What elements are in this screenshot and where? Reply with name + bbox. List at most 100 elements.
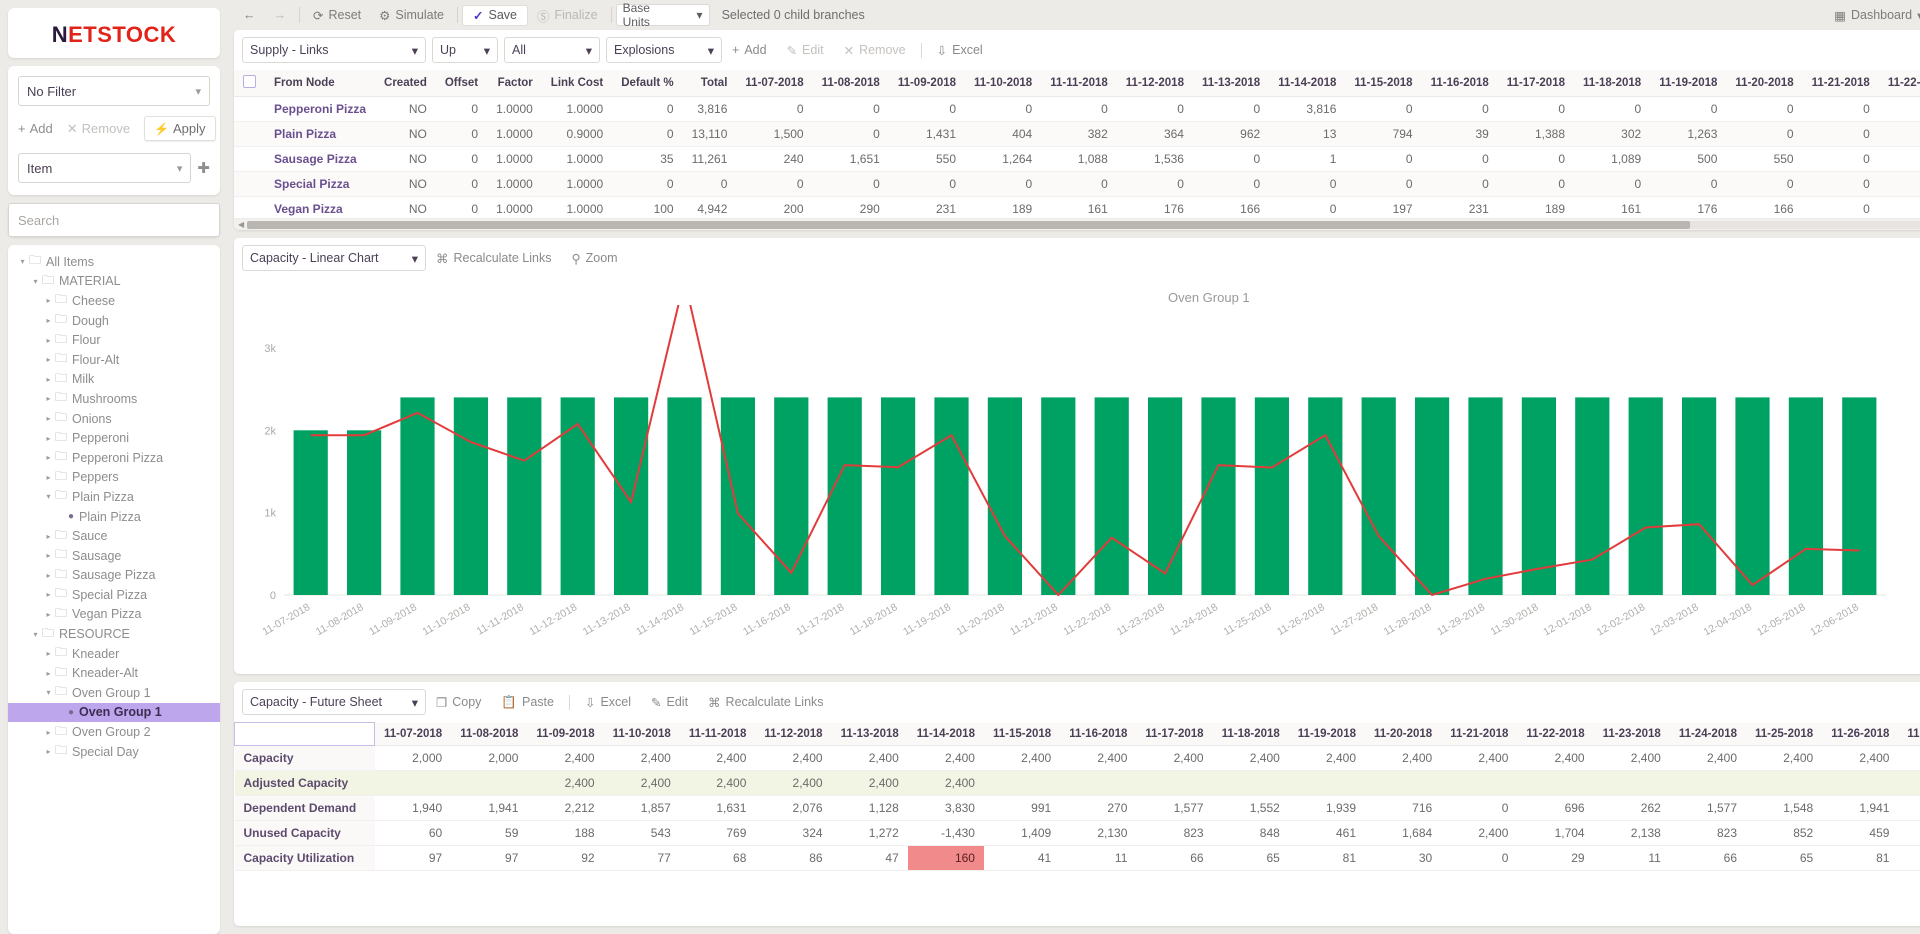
chevron-right-icon[interactable]: ▸ xyxy=(42,747,55,756)
tree-node[interactable]: ● Plain Pizza xyxy=(8,507,220,527)
forward-button[interactable]: → xyxy=(265,4,296,26)
column-header[interactable]: 11-22-2018 xyxy=(1517,722,1594,746)
sheet-edit-button[interactable]: ✎ Edit xyxy=(641,689,698,715)
column-header[interactable]: 11-08-2018 xyxy=(451,722,528,746)
column-header[interactable]: 11-20-2018 xyxy=(1365,722,1442,746)
sheet-excel-button[interactable]: ⇩ Excel xyxy=(575,689,641,715)
tree-node[interactable]: ▸ 🗀 Flour-Alt xyxy=(8,350,220,370)
chevron-right-icon[interactable]: ▸ xyxy=(42,610,55,619)
chevron-right-icon[interactable]: ▸ xyxy=(42,375,55,384)
column-header[interactable]: 11-22-2018 xyxy=(1878,70,1920,97)
tree-node[interactable]: ▸ 🗀 Oven Group 2 xyxy=(8,722,220,742)
links-add-button[interactable]: + Add xyxy=(722,37,777,63)
chevron-down-icon[interactable]: ▾ xyxy=(42,492,55,501)
chart-recalculate-button[interactable]: ⌘ Recalculate Links xyxy=(426,245,561,271)
column-header[interactable]: 11-09-2018 xyxy=(527,722,604,746)
column-header[interactable]: 11-18-2018 xyxy=(1212,722,1289,746)
column-header[interactable]: 11-07-2018 xyxy=(736,70,813,97)
column-header[interactable]: 11-17-2018 xyxy=(1497,70,1574,97)
chart-zoom-button[interactable]: ⚲ Zoom xyxy=(561,245,627,271)
column-header[interactable]: 11-11-2018 xyxy=(1041,70,1117,97)
tree-node[interactable]: ▸ 🗀 Vegan Pizza xyxy=(8,605,220,625)
tree-node[interactable]: ▸ 🗀 Dough xyxy=(8,311,220,331)
column-header[interactable]: 11-19-2018 xyxy=(1650,70,1727,97)
scroll-left-icon[interactable]: ◀ xyxy=(238,220,244,229)
sheet-paste-button[interactable]: 📋 Paste xyxy=(491,689,564,715)
chevron-down-icon[interactable]: ▾ xyxy=(29,277,42,286)
column-header[interactable]: 11-27-2018 xyxy=(1898,722,1920,746)
links-edit-button[interactable]: ✎ Edit xyxy=(777,37,834,63)
add-filter-button[interactable]: + Add xyxy=(18,121,53,136)
units-select[interactable]: Base Units ▾ xyxy=(615,1,710,29)
chevron-down-icon[interactable]: ▾ xyxy=(29,630,42,639)
chevron-down-icon[interactable]: ▾ xyxy=(16,257,29,266)
chevron-right-icon[interactable]: ▸ xyxy=(42,649,55,658)
item-select[interactable]: Item ▾ xyxy=(18,153,192,183)
chevron-right-icon[interactable]: ▸ xyxy=(42,551,55,560)
tree-node[interactable]: ▾ 🗀 Plain Pizza xyxy=(8,487,220,507)
column-header[interactable]: 11-21-2018 xyxy=(1441,722,1518,746)
table-row[interactable]: Dependent Demand 1,940 1,941 2,212 1,857 1,63… xyxy=(234,795,1920,821)
column-header[interactable]: Offset xyxy=(435,70,488,97)
scroll-track[interactable] xyxy=(247,220,1920,229)
table-row[interactable]: Pepperoni Pizza NO 0 1.0000 1.0000 0 3,816 0 0 0 0… xyxy=(234,96,1920,122)
column-header[interactable]: 11-13-2018 xyxy=(1192,70,1270,97)
tree-node[interactable]: ▸ 🗀 Pepperoni xyxy=(8,428,220,448)
column-header[interactable]: 11-09-2018 xyxy=(888,70,966,97)
sheet-view-select[interactable]: Capacity - Future Sheet ▾ xyxy=(242,689,426,715)
chevron-down-icon[interactable]: ▾ xyxy=(42,688,55,697)
table-row[interactable]: Sausage Pizza NO 0 1.0000 1.0000 35 11,261 240 1… xyxy=(234,146,1920,172)
tree-node[interactable]: ▾ 🗀 RESOURCE xyxy=(8,624,220,644)
column-header[interactable]: 11-14-2018 xyxy=(1269,70,1346,97)
row-select-cell[interactable] xyxy=(234,146,265,172)
chevron-right-icon[interactable]: ▸ xyxy=(42,355,55,364)
tree-node[interactable]: ▸ 🗀 Kneader-Alt xyxy=(8,663,220,683)
chevron-right-icon[interactable]: ▸ xyxy=(42,728,55,737)
column-header[interactable]: 11-20-2018 xyxy=(1726,70,1803,97)
checkbox[interactable] xyxy=(243,75,256,88)
column-header[interactable]: 11-12-2018 xyxy=(755,722,832,746)
column-header[interactable]: 11-11-2018 xyxy=(679,722,756,746)
remove-filter-button[interactable]: ✕ Remove xyxy=(67,121,130,137)
row-select-cell[interactable] xyxy=(234,121,265,147)
chevron-right-icon[interactable]: ▸ xyxy=(42,394,55,403)
row-select-cell[interactable] xyxy=(234,171,265,197)
column-header[interactable]: 11-26-2018 xyxy=(1822,722,1899,746)
tree-node[interactable]: ▸ 🗀 Flour xyxy=(8,330,220,350)
tree-node[interactable]: ▸ 🗀 Onions xyxy=(8,409,220,429)
finalize-button[interactable]: Ⓢ Finalize xyxy=(528,4,607,26)
links-hscrollbar[interactable]: ◀ ▶ xyxy=(234,218,1920,230)
chevron-right-icon[interactable]: ▸ xyxy=(42,669,55,678)
chevron-right-icon[interactable]: ▸ xyxy=(42,336,55,345)
row-select-cell[interactable] xyxy=(234,196,265,218)
column-header[interactable]: 11-18-2018 xyxy=(1574,70,1651,97)
tree-node[interactable]: ▾ 🗀 All Items xyxy=(8,252,220,272)
tree-node[interactable]: ▸ 🗀 Sauce xyxy=(8,526,220,546)
column-header[interactable]: 11-21-2018 xyxy=(1802,70,1879,97)
tree-node[interactable]: ▸ 🗀 Sausage xyxy=(8,546,220,566)
tree-node[interactable]: ▸ 🗀 Pepperoni Pizza xyxy=(8,448,220,468)
column-header[interactable]: 11-10-2018 xyxy=(603,722,680,746)
row-select-cell[interactable] xyxy=(234,96,265,122)
column-header[interactable]: Total xyxy=(682,70,737,97)
links-view-select[interactable]: Supply - Links ▾ xyxy=(242,37,426,63)
chevron-right-icon[interactable]: ▸ xyxy=(42,571,55,580)
tree-node[interactable]: ▸ 🗀 Cheese xyxy=(8,291,220,311)
select-all-header[interactable] xyxy=(234,70,265,97)
column-header[interactable]: 11-13-2018 xyxy=(831,722,908,746)
chevron-right-icon[interactable]: ▸ xyxy=(42,434,55,443)
table-row[interactable]: Special Pizza NO 0 1.0000 1.0000 0 0 0 0 0 0 0 0 0 0 0 0… xyxy=(234,171,1920,197)
column-header[interactable]: 11-10-2018 xyxy=(965,70,1042,97)
column-header[interactable]: Created xyxy=(375,70,436,97)
tree-node[interactable]: ▸ 🗀 Special Day xyxy=(8,742,220,762)
scroll-thumb[interactable] xyxy=(247,220,1690,229)
filter-select[interactable]: No Filter ▾ xyxy=(18,76,210,106)
links-remove-button[interactable]: ✕ Remove xyxy=(834,37,916,63)
tree-node[interactable]: ▸ 🗀 Peppers xyxy=(8,468,220,488)
column-header[interactable]: 11-19-2018 xyxy=(1288,722,1365,746)
column-header[interactable]: 11-12-2018 xyxy=(1116,70,1193,97)
tree-node[interactable]: ▸ 🗀 Mushrooms xyxy=(8,389,220,409)
tree-node[interactable]: ▸ 🗀 Sausage Pizza xyxy=(8,566,220,586)
chevron-right-icon[interactable]: ▸ xyxy=(42,316,55,325)
column-header[interactable]: 11-15-2018 xyxy=(983,722,1061,746)
